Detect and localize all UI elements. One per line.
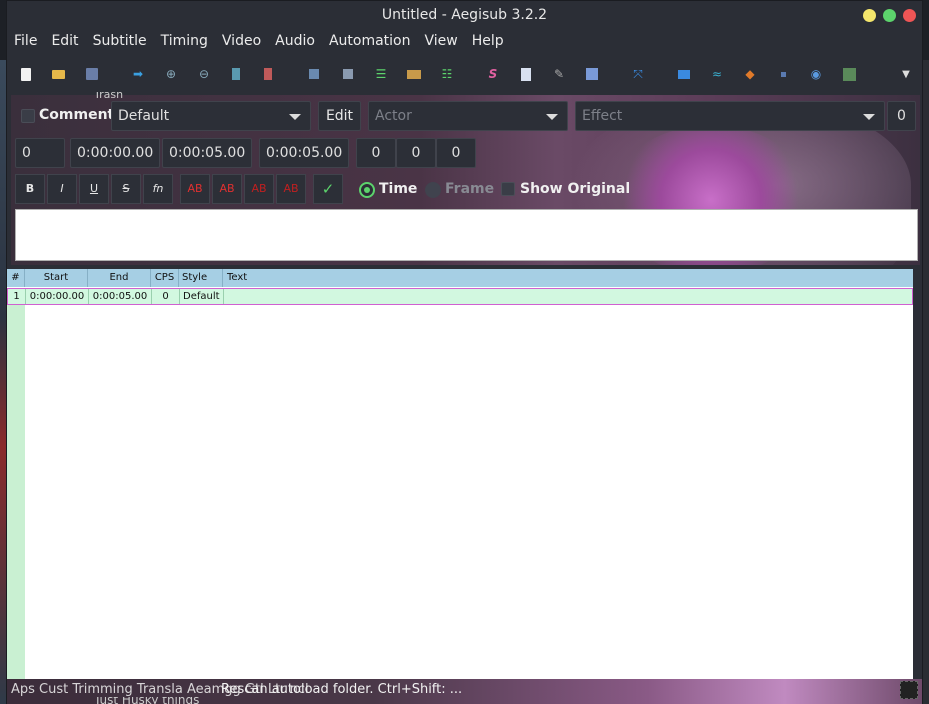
bold-button[interactable]: B: [15, 174, 45, 204]
menu-help[interactable]: Help: [465, 29, 511, 53]
select-lines-icon[interactable]: [772, 63, 794, 85]
edit-style-button[interactable]: Edit: [318, 101, 361, 131]
attachments-icon[interactable]: ✎: [548, 63, 570, 85]
hotkeys-icon[interactable]: [838, 63, 860, 85]
time-radio[interactable]: [359, 182, 375, 198]
options-icon[interactable]: ◉: [805, 63, 827, 85]
menu-video[interactable]: Video: [215, 29, 268, 53]
header-start[interactable]: Start: [25, 269, 88, 287]
grid-header: # Start End CPS Style Text: [7, 269, 913, 287]
actor-field[interactable]: Actor: [368, 101, 568, 131]
set-start-icon[interactable]: [303, 63, 325, 85]
row-end: 0:00:05.00: [89, 289, 152, 304]
menu-bar: File Edit Subtitle Timing Video Audio Au…: [7, 29, 922, 53]
margin-right-field[interactable]: 0: [396, 138, 436, 168]
menu-timing[interactable]: Timing: [154, 29, 215, 53]
chevron-down-icon: [854, 102, 884, 130]
menu-subtitle[interactable]: Subtitle: [86, 29, 154, 53]
frame-label: Frame: [445, 181, 495, 197]
menu-view[interactable]: View: [417, 29, 464, 53]
margin-vertical-field[interactable]: 0: [436, 138, 476, 168]
fonts-collector-icon[interactable]: [581, 63, 603, 85]
style-select[interactable]: Default: [111, 101, 311, 131]
subtitle-text-input[interactable]: [15, 209, 918, 261]
frame-radio[interactable]: [425, 182, 441, 198]
window-title: Untitled - Aegisub 3.2.2: [381, 7, 548, 23]
aegisub-window: Untitled - Aegisub 3.2.2 File Edit Subti…: [6, 0, 923, 704]
resize-grip-icon[interactable]: [900, 681, 918, 699]
row-style: Default: [180, 289, 224, 304]
row-text: [224, 289, 912, 304]
show-original-label: Show Original: [520, 181, 631, 197]
minimize-button[interactable]: [863, 9, 876, 22]
maximize-button[interactable]: [883, 9, 896, 22]
grid-gutter: [7, 305, 25, 679]
header-text[interactable]: Text: [223, 269, 913, 287]
desktop-trash-label: Trash: [94, 92, 123, 98]
save-icon[interactable]: [81, 63, 103, 85]
list-icon[interactable]: ☷: [436, 63, 458, 85]
style-value: Default: [118, 108, 170, 124]
shadow-color-button[interactable]: AB: [276, 174, 306, 204]
row-start: 0:00:00.00: [26, 289, 89, 304]
menu-audio[interactable]: Audio: [268, 29, 322, 53]
film-icon[interactable]: [403, 63, 425, 85]
open-file-icon[interactable]: [47, 63, 69, 85]
effect-count: 0: [887, 101, 916, 131]
comment-label: Comment: [39, 107, 115, 123]
menu-automation[interactable]: Automation: [322, 29, 418, 53]
effect-field[interactable]: Effect: [575, 101, 885, 131]
styles-manager-icon[interactable]: S: [482, 63, 504, 85]
header-num[interactable]: #: [7, 269, 25, 287]
kanji-timer-icon[interactable]: ≈: [706, 63, 728, 85]
resample-icon[interactable]: ⤧: [627, 63, 649, 85]
table-row[interactable]: 1 0:00:00.00 0:00:05.00 0 Default: [7, 288, 913, 305]
row-num: 1: [8, 289, 26, 304]
commit-button[interactable]: ✓: [313, 174, 343, 204]
new-file-icon[interactable]: [15, 63, 37, 85]
close-button[interactable]: [903, 9, 916, 22]
jump-to-icon[interactable]: ➡: [127, 63, 149, 85]
outline-color-button[interactable]: AB: [244, 174, 274, 204]
timing-post-processor-icon[interactable]: [673, 63, 695, 85]
header-cps[interactable]: CPS: [151, 269, 179, 287]
strikeout-button[interactable]: S: [111, 174, 141, 204]
header-style[interactable]: Style: [179, 269, 223, 287]
time-label: Time: [379, 181, 418, 197]
actor-placeholder: Actor: [375, 108, 412, 124]
layer-field[interactable]: 0: [15, 138, 65, 168]
show-original-checkbox[interactable]: [501, 182, 515, 196]
main-toolbar: ➡ ⊕ ⊖ ☰ ☷ S ✎ ⤧ ≈ ◆ ◉ ▼: [7, 57, 922, 91]
fish-icon[interactable]: ◆: [739, 63, 761, 85]
secondary-color-button[interactable]: AB: [212, 174, 242, 204]
underline-button[interactable]: U: [79, 174, 109, 204]
snap-start-icon[interactable]: [225, 63, 247, 85]
font-button[interactable]: fn: [143, 174, 173, 204]
end-time-field[interactable]: 0:00:05.00: [162, 138, 252, 168]
snap-end-icon[interactable]: [257, 63, 279, 85]
status-text: Rescan autoload folder. Ctrl+Shift: ...: [221, 682, 463, 697]
menu-file[interactable]: File: [7, 29, 44, 53]
chevron-down-icon: [537, 102, 567, 130]
italic-button[interactable]: I: [47, 174, 77, 204]
duration-field[interactable]: 0:00:05.00: [259, 138, 349, 168]
comment-checkbox[interactable]: [21, 109, 35, 123]
chevron-down-icon: [280, 102, 310, 130]
overflow-chevron-icon[interactable]: ▼: [895, 63, 917, 85]
zoom-out-icon[interactable]: ⊖: [193, 63, 215, 85]
effect-placeholder: Effect: [582, 108, 623, 124]
properties-icon[interactable]: [515, 63, 537, 85]
margin-left-field[interactable]: 0: [356, 138, 396, 168]
primary-color-button[interactable]: AB: [180, 174, 210, 204]
menu-edit[interactable]: Edit: [44, 29, 85, 53]
zoom-in-icon[interactable]: ⊕: [160, 63, 182, 85]
desktop-bottom-label: Just Husky things: [96, 697, 200, 704]
subtitle-grid[interactable]: # Start End CPS Style Text 1 0:00:00.00 …: [7, 269, 913, 679]
window-titlebar[interactable]: Untitled - Aegisub 3.2.2: [7, 1, 922, 29]
header-end[interactable]: End: [88, 269, 151, 287]
set-end-icon[interactable]: [337, 63, 359, 85]
grid-icon[interactable]: ☰: [370, 63, 392, 85]
row-cps: 0: [152, 289, 180, 304]
start-time-field[interactable]: 0:00:00.00: [70, 138, 160, 168]
